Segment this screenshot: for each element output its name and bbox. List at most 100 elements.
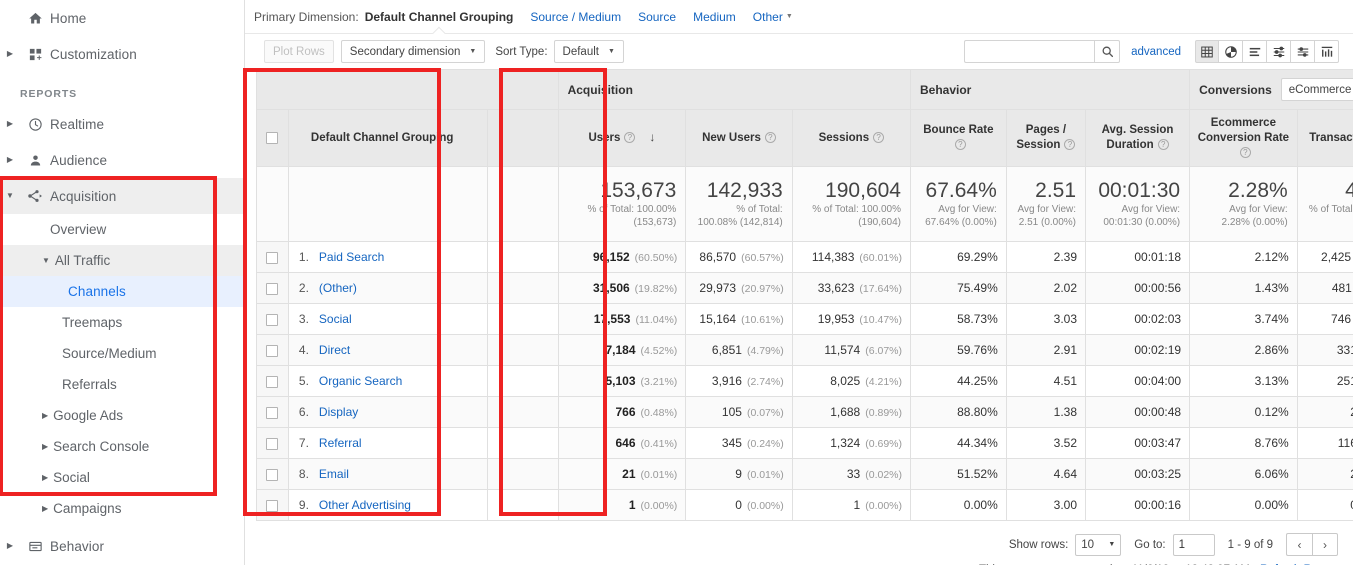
sidebar-item-overview[interactable]: Overview bbox=[0, 214, 244, 245]
next-page-button[interactable]: › bbox=[1312, 533, 1338, 556]
previous-page-button[interactable]: ‹ bbox=[1286, 533, 1312, 556]
row-checkbox[interactable] bbox=[266, 251, 279, 264]
row-checkbox[interactable] bbox=[266, 499, 279, 512]
goto-page-input[interactable] bbox=[1172, 533, 1215, 556]
sidebar-item-all-traffic[interactable]: ▼ All Traffic bbox=[0, 245, 244, 276]
advanced-filter-link[interactable]: advanced bbox=[1131, 46, 1181, 58]
pivot-view-icon[interactable] bbox=[1315, 40, 1339, 63]
sidebar-item-search-console[interactable]: ▶ Search Console bbox=[0, 431, 244, 462]
primary-dimension-current[interactable]: Default Channel Grouping bbox=[365, 10, 514, 24]
sidebar-item-customization[interactable]: ▶ Customization bbox=[0, 36, 244, 72]
row-dimension-link[interactable]: Organic Search bbox=[319, 374, 402, 388]
chevron-right-icon[interactable]: ▶ bbox=[42, 442, 53, 451]
row-cell-transactions: 116(2.66%) bbox=[1296, 427, 1353, 459]
table-row[interactable]: 6. Display 766 (0.48%) 105 (0.07%) 1,688 (0.89%… bbox=[256, 396, 1353, 428]
help-icon[interactable]: ? bbox=[1239, 146, 1251, 158]
column-header-pages-session[interactable]: Pages / Session? bbox=[1005, 109, 1087, 167]
sidebar-item-treemaps[interactable]: Treemaps bbox=[0, 307, 244, 338]
show-rows-select[interactable]: 10 ▼ bbox=[1075, 533, 1122, 556]
search-input[interactable] bbox=[964, 40, 1095, 63]
sidebar-item-social[interactable]: ▶ Social bbox=[0, 462, 244, 493]
row-checkbox[interactable] bbox=[266, 282, 279, 295]
row-checkbox[interactable] bbox=[266, 468, 279, 481]
table-row[interactable]: 5. Organic Search 5,103 (3.21%) 3,916 (2.74%)… bbox=[256, 365, 1353, 397]
sidebar-item-home[interactable]: Home bbox=[0, 0, 244, 36]
sidebar-item-referrals[interactable]: Referrals bbox=[0, 369, 244, 400]
row-dimension-link[interactable]: Other Advertising bbox=[319, 498, 411, 512]
column-header-users[interactable]: Users? ↓ bbox=[557, 109, 687, 167]
sidebar-item-channels[interactable]: Channels bbox=[0, 276, 244, 307]
table-row[interactable]: 4. Direct 7,184 (4.52%) 6,851 (4.79%) 11,574 (6… bbox=[256, 334, 1353, 366]
sidebar-item-source-medium[interactable]: Source/Medium bbox=[0, 338, 244, 369]
row-dimension-link[interactable]: Paid Search bbox=[319, 250, 384, 264]
conversions-type-select[interactable]: eCommerce ▼ bbox=[1280, 78, 1353, 101]
pie-chart-view-icon[interactable] bbox=[1219, 40, 1243, 63]
plot-rows-button[interactable]: Plot Rows bbox=[264, 40, 334, 63]
row-checkbox[interactable] bbox=[266, 406, 279, 419]
help-icon[interactable]: ? bbox=[873, 131, 885, 143]
primary-dimension-source-medium[interactable]: Source / Medium bbox=[530, 10, 621, 24]
row-dimension-link[interactable]: (Other) bbox=[319, 281, 357, 295]
table-row[interactable]: 8. Email 21 (0.01%) 9 (0.01%) 33 (0.02%) 51.52% 4… bbox=[256, 458, 1353, 490]
column-header-transactions[interactable]: Transactions? bbox=[1296, 109, 1353, 167]
chevron-right-icon[interactable]: ▶ bbox=[0, 156, 20, 164]
sidebar-item-acquisition[interactable]: ▼ Acquisition bbox=[0, 178, 244, 214]
help-icon[interactable]: ? bbox=[1064, 139, 1076, 151]
plot-rows-label: Plot Rows bbox=[273, 45, 325, 58]
chevron-right-icon[interactable]: ▶ bbox=[42, 504, 53, 513]
secondary-dimension-button[interactable]: Secondary dimension ▼ bbox=[340, 40, 486, 63]
row-checkbox[interactable] bbox=[266, 344, 279, 357]
search-button[interactable] bbox=[1094, 40, 1121, 63]
sort-desc-icon[interactable]: ↓ bbox=[649, 130, 655, 144]
row-checkbox[interactable] bbox=[266, 375, 279, 388]
sidebar-item-audience[interactable]: ▶ Audience bbox=[0, 142, 244, 178]
primary-dimension-source[interactable]: Source bbox=[638, 10, 676, 24]
row-checkbox[interactable] bbox=[266, 437, 279, 450]
column-header-avg-session-duration[interactable]: Avg. Session Duration? bbox=[1085, 109, 1191, 167]
table-row[interactable]: 3. Social 17,553 (11.04%) 15,164 (10.61%) 19,9… bbox=[256, 303, 1353, 335]
row-dimension-link[interactable]: Email bbox=[319, 467, 349, 481]
help-icon[interactable]: ? bbox=[764, 131, 776, 143]
table-row[interactable]: 7. Referral 646 (0.41%) 345 (0.24%) 1,324 (0.69… bbox=[256, 427, 1353, 459]
sidebar-item-google-ads[interactable]: ▶ Google Ads bbox=[0, 400, 244, 431]
row-value-ecom-rate: 0.12% bbox=[1254, 405, 1289, 419]
help-icon[interactable]: ? bbox=[624, 132, 636, 144]
table-row[interactable]: 9. Other Advertising 1 (0.00%) 0 (0.00%) 1 (0.0… bbox=[256, 489, 1353, 521]
sort-type-button[interactable]: Default ▼ bbox=[553, 40, 624, 63]
primary-dimension-medium[interactable]: Medium bbox=[693, 10, 736, 24]
help-icon[interactable]: ? bbox=[1157, 139, 1169, 151]
row-cell-transactions: 2(0.05%) bbox=[1296, 396, 1353, 428]
primary-dimension-other[interactable]: Other bbox=[753, 10, 783, 24]
sidebar-item-campaigns[interactable]: ▶ Campaigns bbox=[0, 493, 244, 524]
chevron-right-icon[interactable]: ▶ bbox=[0, 542, 20, 550]
help-icon[interactable]: ? bbox=[954, 139, 966, 151]
table-row[interactable]: 1. Paid Search 96,152 (60.50%) 86,570 (60.57%… bbox=[256, 241, 1353, 273]
bar-chart-view-icon[interactable] bbox=[1243, 40, 1267, 63]
column-header-bounce-rate[interactable]: Bounce Rate? bbox=[910, 109, 1007, 167]
chevron-down-icon[interactable]: ▼ bbox=[0, 192, 20, 200]
table-row[interactable]: 2. (Other) 31,506 (19.82%) 29,973 (20.97%) 33,… bbox=[256, 272, 1353, 304]
chevron-right-icon[interactable]: ▶ bbox=[0, 50, 20, 58]
performance-view-icon[interactable] bbox=[1267, 40, 1291, 63]
row-dimension-link[interactable]: Referral bbox=[319, 436, 362, 450]
column-header-ecommerce-conversion-rate[interactable]: Ecommerce Conversion Rate? bbox=[1189, 109, 1298, 167]
comparison-view-icon[interactable] bbox=[1291, 40, 1315, 63]
sidebar-item-realtime[interactable]: ▶ Realtime bbox=[0, 106, 244, 142]
sidebar-item-behavior[interactable]: ▶ Behavior bbox=[0, 528, 244, 564]
chevron-down-icon[interactable]: ▼ bbox=[786, 13, 793, 20]
row-dimension-link[interactable]: Social bbox=[319, 312, 352, 326]
row-dimension-link[interactable]: Direct bbox=[319, 343, 350, 357]
select-all-checkbox[interactable] bbox=[266, 131, 279, 144]
row-checkbox[interactable] bbox=[266, 313, 279, 326]
chevron-right-icon[interactable]: ▶ bbox=[42, 473, 53, 482]
table-view-icon[interactable] bbox=[1195, 40, 1219, 63]
table-footer: Show rows: 10 ▼ Go to: 1 - 9 of 9 ‹ › Th… bbox=[256, 521, 1353, 565]
column-header-default-channel-grouping[interactable]: Default Channel Grouping bbox=[287, 109, 488, 167]
row-dimension-link[interactable]: Display bbox=[319, 405, 358, 419]
chevron-right-icon[interactable]: ▶ bbox=[0, 120, 20, 128]
chevron-right-icon[interactable]: ▶ bbox=[42, 411, 53, 420]
column-header-sessions[interactable]: Sessions? bbox=[791, 109, 912, 167]
chevron-down-icon[interactable]: ▼ bbox=[42, 256, 55, 265]
column-header-new-users[interactable]: New Users? bbox=[685, 109, 793, 167]
sidebar-label-referrals: Referrals bbox=[62, 377, 117, 392]
